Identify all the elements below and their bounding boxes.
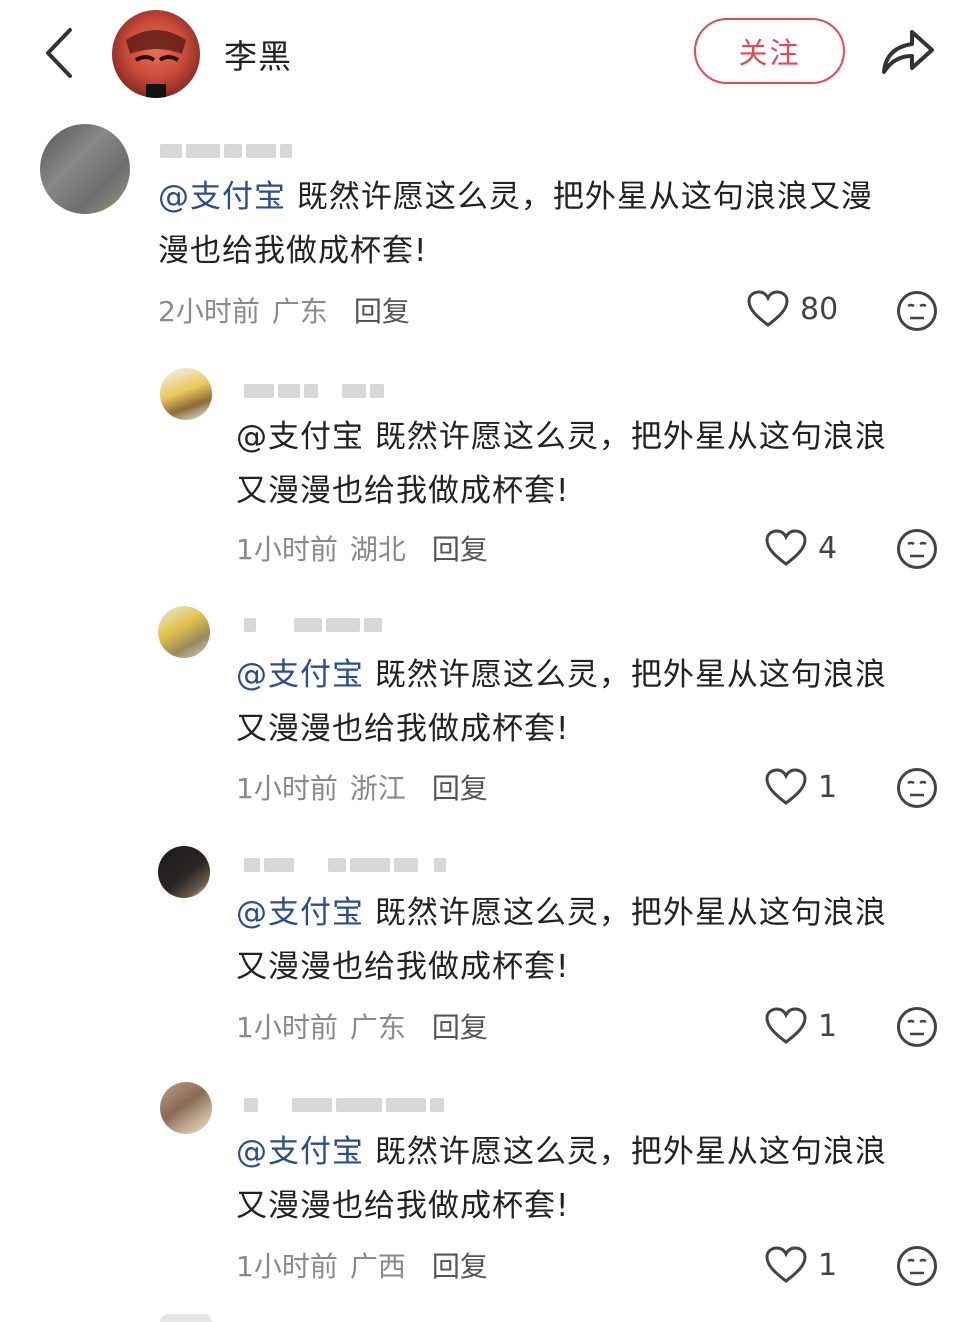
share-button[interactable] [878,26,938,78]
reply-button[interactable]: 回复 [432,1006,488,1046]
neutral-face-icon [897,1007,937,1047]
heart-icon [747,290,789,327]
neutral-face-icon [897,1246,937,1286]
commenter-avatar[interactable] [160,368,212,420]
comment-text: @支付宝 既然许愿这么灵，把外星从这句浪浪 又漫漫也给我做成杯套! [236,657,887,747]
comment-location: 湖北 [349,533,406,566]
mention-link[interactable]: @支付宝 [158,179,286,215]
comment-text: @支付宝 既然许愿这么灵，把外星从这句浪浪 又漫漫也给我做成杯套! [236,1134,887,1224]
commenter-name-redacted [160,140,292,162]
like-button[interactable]: 1 [764,1245,837,1285]
reply-button[interactable]: 回复 [432,528,488,568]
author-avatar-image [126,30,186,98]
heart-icon [765,529,807,566]
heart-icon [765,768,807,805]
comment-text: @支付宝 既然许愿这么灵，把外星从这句浪浪 又漫漫也给我做成杯套! [236,895,887,985]
like-count: 80 [800,291,839,327]
dislike-button[interactable] [896,290,938,336]
reply-button[interactable]: 回复 [432,1245,488,1285]
dislike-button[interactable] [896,1006,938,1052]
like-count: 1 [818,1247,838,1283]
commenter-avatar[interactable] [158,606,210,658]
comment-time: 1小时前 [236,1250,338,1283]
dislike-button[interactable] [896,528,938,574]
comment-text: @支付宝 既然许愿这么灵，把外星从这句浪浪 又漫漫也给我做成杯套! [236,419,887,509]
author-avatar[interactable] [112,10,200,98]
like-button[interactable]: 80 [746,289,838,329]
commenter-avatar[interactable] [40,124,130,214]
like-button[interactable]: 1 [764,767,837,807]
mention-link[interactable]: @支付宝 [236,419,364,455]
comment-meta: 2小时前 广东 回复 [158,290,410,330]
mention-link[interactable]: @支付宝 [236,895,364,931]
comment-time: 1小时前 [236,533,338,566]
comment-meta: 1小时前 湖北 回复 [236,528,488,568]
mention-link[interactable]: @支付宝 [236,1134,364,1170]
comment-location: 浙江 [349,772,406,805]
follow-button[interactable]: 关注 [694,18,845,84]
author-name[interactable]: 李黑 [224,30,292,78]
reply-button[interactable]: 回复 [354,290,410,330]
share-arrow-icon [882,30,934,74]
heart-icon [765,1246,807,1283]
comment-location: 广西 [349,1250,406,1283]
comment-meta: 1小时前 广东 回复 [236,1006,488,1046]
commenter-name-redacted [244,614,382,636]
comment-meta: 1小时前 浙江 回复 [236,767,488,807]
comment-time: 2小时前 [158,295,260,328]
comment-meta: 1小时前 广西 回复 [236,1245,488,1285]
neutral-face-icon [897,529,937,569]
comment-location: 广东 [271,295,328,328]
comment-time: 1小时前 [236,772,338,805]
neutral-face-icon [897,291,937,331]
commenter-avatar[interactable] [160,1082,212,1134]
neutral-face-icon [897,768,937,808]
commenter-name-redacted [244,854,446,876]
heart-icon [765,1007,807,1044]
like-button[interactable]: 4 [764,528,837,568]
commenter-avatar-partial [160,1314,212,1322]
commenter-name-redacted [244,380,384,402]
comment-location: 广东 [349,1011,406,1044]
reply-button[interactable]: 回复 [432,767,488,807]
like-count: 1 [818,1008,838,1044]
like-count: 4 [818,530,838,566]
back-button[interactable] [40,26,84,80]
comment-text: @支付宝 既然许愿这么灵，把外星从这句浪浪又漫 漫也给我做成杯套! [158,179,873,269]
like-button[interactable]: 1 [764,1006,837,1046]
back-chevron-icon [46,28,72,78]
commenter-name-redacted [244,1094,444,1116]
comment-time: 1小时前 [236,1011,338,1044]
mention-link[interactable]: @支付宝 [236,657,364,693]
dislike-button[interactable] [896,1245,938,1291]
commenter-avatar[interactable] [158,846,210,898]
like-count: 1 [818,769,838,805]
dislike-button[interactable] [896,767,938,813]
